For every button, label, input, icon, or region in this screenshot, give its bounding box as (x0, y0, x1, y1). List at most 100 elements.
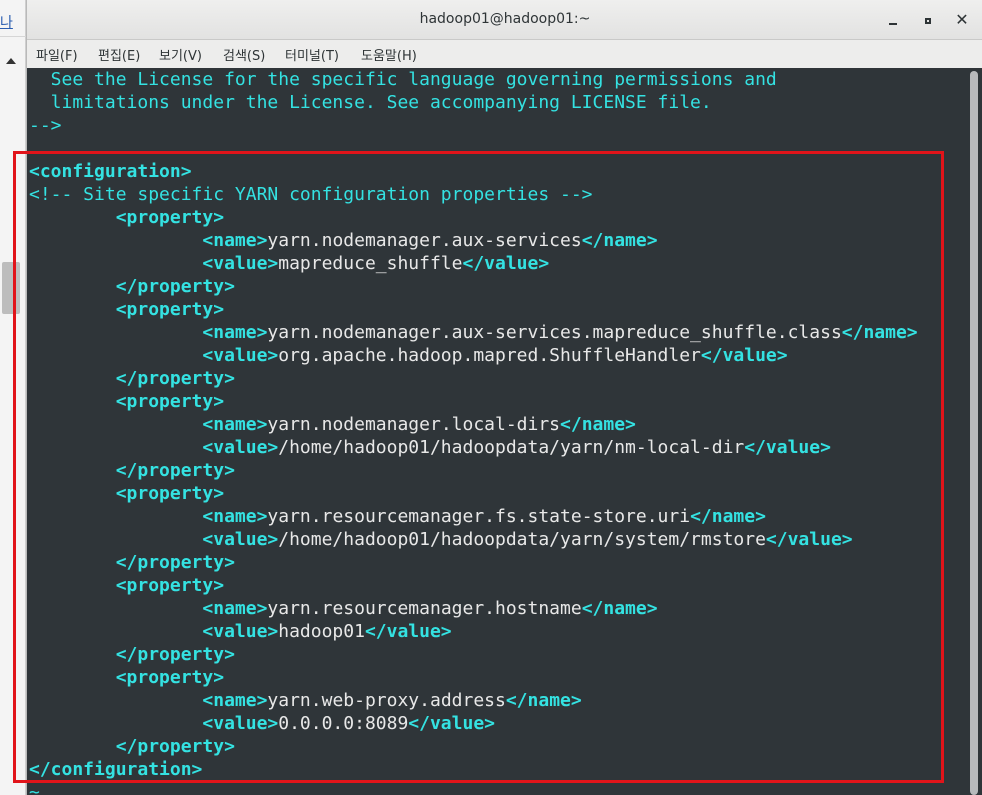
configuration-open-line: <configuration> (29, 160, 918, 183)
property-close-line: </property> (29, 275, 918, 298)
value-close-tag: </value> (765, 529, 853, 550)
property-open-tag: <property> (115, 575, 225, 596)
property-close-tag: </property> (115, 276, 235, 297)
property-name-line: <name>yarn.nodemanager.local-dirs</name> (29, 413, 918, 436)
name-close-tag: </name> (581, 598, 658, 619)
property-name-line: <name>yarn.nodemanager.aux-services</nam… (29, 229, 918, 252)
property-name-value: yarn.nodemanager.aux-services (267, 230, 582, 251)
property-close-tag: </property> (115, 368, 235, 389)
name-close-tag: </name> (690, 506, 766, 527)
property-close-tag: </property> (115, 644, 235, 665)
property-name-line: <name>yarn.resourcemanager.fs.state-stor… (29, 505, 918, 528)
menu-help[interactable]: 도움말(H) (361, 45, 417, 64)
property-value-line: <value>0.0.0.0:8089</value> (29, 712, 918, 735)
value-open-tag: <value> (202, 253, 279, 274)
menu-file[interactable]: 파일(F) (36, 45, 78, 64)
name-close-tag: </name> (505, 690, 582, 711)
name-open-tag: <name> (202, 690, 268, 711)
name-open-tag: <name> (202, 598, 268, 619)
property-name-value: yarn.web-proxy.address (267, 690, 506, 711)
property-close-line: </property> (29, 367, 918, 390)
property-value-text: org.apache.hadoop.mapred.ShuffleHandler (278, 345, 701, 366)
property-value-text: /home/hadoop01/hadoopdata/yarn/system/rm… (278, 529, 766, 550)
name-close-tag: </name> (581, 230, 658, 251)
name-open-tag: <name> (202, 414, 268, 435)
property-value-line: <value>/home/hadoop01/hadoopdata/yarn/sy… (29, 528, 918, 551)
property-name-line: <name>yarn.resourcemanager.hostname</nam… (29, 597, 918, 620)
menu-edit[interactable]: 편집(E) (98, 45, 140, 64)
property-close-line: </property> (29, 459, 918, 482)
property-open-tag: <property> (115, 483, 225, 504)
property-value-line: <value>org.apache.hadoop.mapred.ShuffleH… (29, 344, 918, 367)
minimize-button[interactable] (882, 9, 904, 31)
property-close-tag: </property> (115, 552, 235, 573)
name-open-tag: <name> (202, 322, 268, 343)
background-link-fragment: 나 (0, 15, 13, 31)
menu-search[interactable]: 검색(S) (223, 45, 265, 64)
property-name-line: <name>yarn.nodemanager.aux-services.mapr… (29, 321, 918, 344)
value-open-tag: <value> (202, 529, 279, 550)
property-open-line: <property> (29, 574, 918, 597)
property-open-tag: <property> (115, 667, 225, 688)
value-close-tag: </value> (408, 713, 495, 734)
yarn-comment: <!-- Site specific YARN configuration pr… (29, 184, 593, 205)
property-value-text: mapreduce_shuffle (278, 253, 463, 274)
property-open-line: <property> (29, 390, 918, 413)
value-open-tag: <value> (202, 621, 279, 642)
property-open-line: <property> (29, 298, 918, 321)
property-name-value: yarn.resourcemanager.hostname (267, 598, 582, 619)
property-value-text: hadoop01 (278, 621, 365, 642)
close-button[interactable]: ✕ (951, 9, 973, 31)
title-bar[interactable]: hadoop01@hadoop01:~ ✕ (27, 0, 982, 40)
menu-terminal[interactable]: 터미널(T) (285, 45, 339, 64)
property-value-line: <value>mapreduce_shuffle</value> (29, 252, 918, 275)
window-title: hadoop01@hadoop01:~ (419, 11, 591, 27)
property-close-tag: </property> (115, 460, 235, 481)
value-close-tag: </value> (700, 345, 788, 366)
value-open-tag: <value> (202, 713, 279, 734)
terminal-header-line: See the License for the specific languag… (29, 69, 777, 90)
property-value-line: <value>/home/hadoop01/hadoopdata/yarn/nm… (29, 436, 918, 459)
terminal-text: See the License for the specific languag… (29, 68, 918, 795)
name-open-tag: <name> (202, 230, 268, 251)
terminal-header-line (29, 137, 918, 160)
property-open-line: <property> (29, 206, 918, 229)
property-open-tag: <property> (115, 391, 225, 412)
menu-view[interactable]: 보기(V) (159, 45, 202, 64)
close-icon: ✕ (955, 10, 969, 29)
name-close-tag: </name> (841, 322, 918, 343)
terminal-window: hadoop01@hadoop01:~ ✕ 파일(F) 편집(E) 보기(V) … (26, 0, 982, 795)
name-close-tag: </name> (560, 414, 636, 435)
property-open-line: <property> (29, 666, 918, 689)
property-name-line: <name>yarn.web-proxy.address</name> (29, 689, 918, 712)
property-value-line: <value>hadoop01</value> (29, 620, 918, 643)
value-close-tag: </value> (364, 621, 452, 642)
value-open-tag: <value> (202, 345, 279, 366)
minimize-icon (889, 23, 897, 25)
property-close-line: </property> (29, 551, 918, 574)
property-close-line: </property> (29, 735, 918, 758)
background-desktop-strip: 나 (0, 0, 26, 795)
value-close-tag: </value> (744, 437, 831, 458)
background-divider (0, 36, 26, 37)
property-name-value: yarn.resourcemanager.fs.state-store.uri (267, 506, 691, 527)
menu-bar: 파일(F) 편집(E) 보기(V) 검색(S) 터미널(T) 도움말(H) (27, 40, 982, 68)
name-open-tag: <name> (202, 506, 268, 527)
maximize-button[interactable] (917, 9, 939, 31)
maximize-icon (925, 18, 931, 24)
background-scroll-thumb[interactable] (2, 262, 20, 314)
terminal-header-line: --> (29, 115, 62, 136)
terminal-header-line: limitations under the License. See accom… (29, 92, 712, 113)
scroll-up-arrow-icon[interactable] (6, 58, 16, 64)
configuration-close-line: </configuration> (29, 758, 918, 781)
terminal-scroll-thumb[interactable] (970, 71, 978, 795)
property-open-line: <property> (29, 482, 918, 505)
empty-line-tilde: ~ (29, 782, 40, 795)
terminal-content[interactable]: See the License for the specific languag… (27, 68, 967, 795)
property-value-text: 0.0.0.0:8089 (278, 713, 409, 734)
value-close-tag: </value> (462, 253, 550, 274)
property-value-text: /home/hadoop01/hadoopdata/yarn/nm-local-… (278, 437, 745, 458)
property-close-line: </property> (29, 643, 918, 666)
property-name-value: yarn.nodemanager.aux-services.mapreduce_… (267, 322, 842, 343)
property-name-value: yarn.nodemanager.local-dirs (267, 414, 561, 435)
